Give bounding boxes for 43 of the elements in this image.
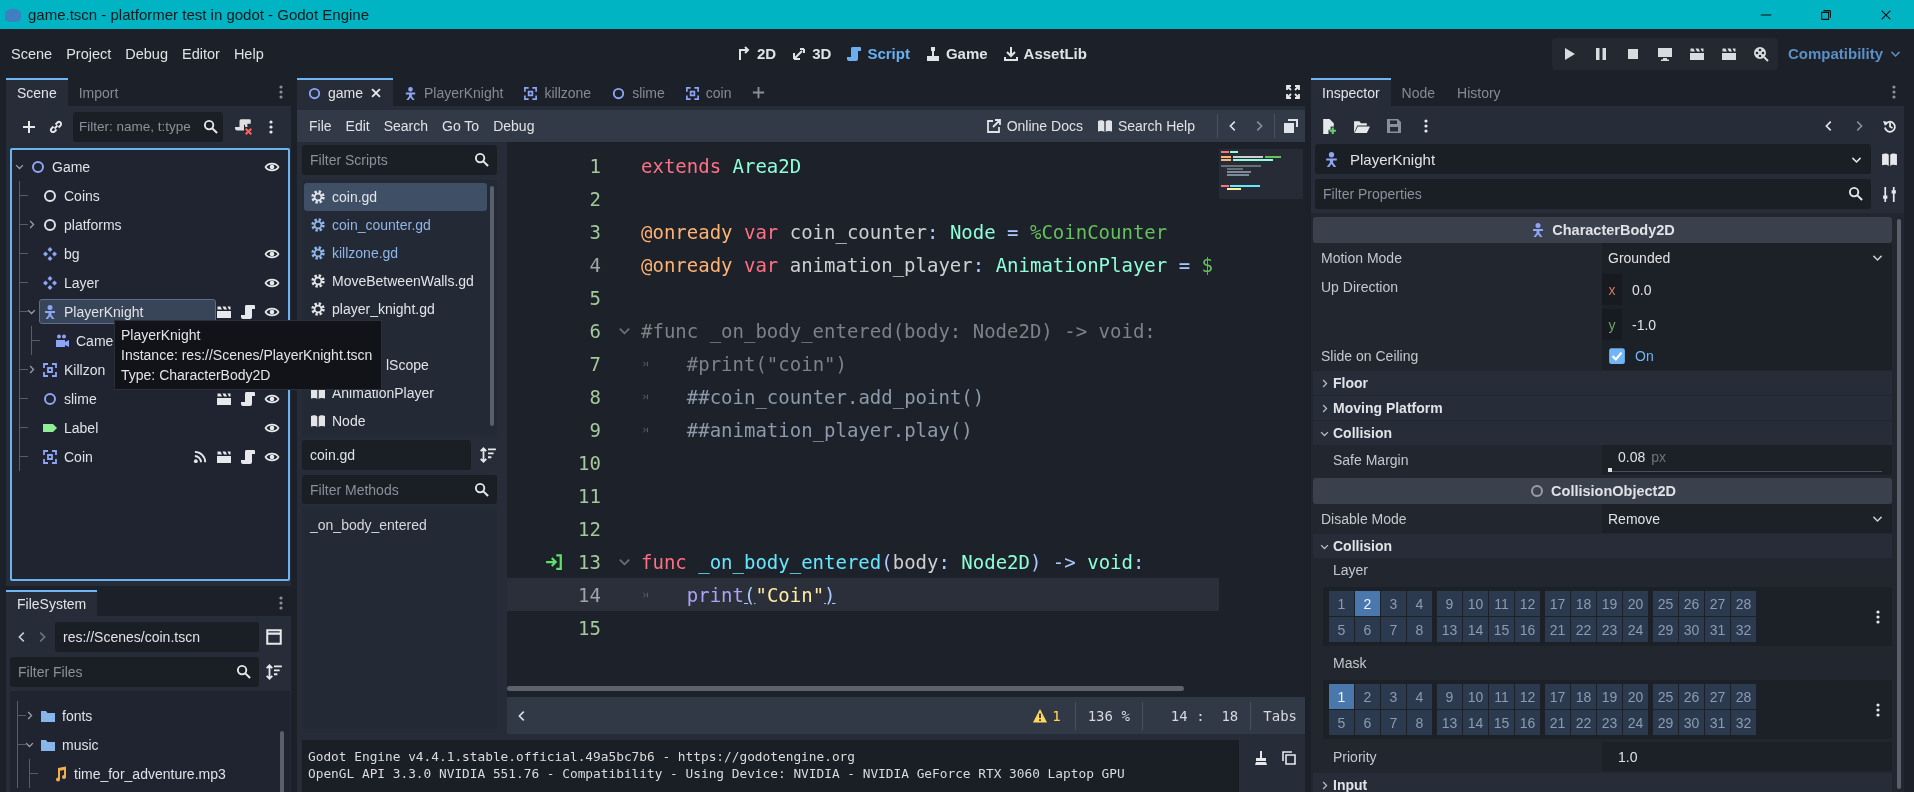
line-number: 9 xyxy=(588,418,601,441)
line-number: 6 xyxy=(588,319,601,342)
line-number: 14 xyxy=(577,583,601,606)
tooltip-line: PlayerKnight xyxy=(121,326,202,345)
tooltip-line: Type: CharacterBody2D xyxy=(121,366,272,385)
line-number: 11 xyxy=(577,484,601,507)
axis-label: x xyxy=(1602,274,1622,305)
property-label: Disable Mode xyxy=(1321,510,1407,527)
cursor-position: 14 : 18 xyxy=(1141,701,1251,730)
tooltip-line: Instance: res://Scenes/PlayerKnight.tscn xyxy=(121,346,374,365)
code-line: @onready var animation_player: AnimationPlayer = $ xyxy=(641,253,1213,276)
code-line: #func _on_body_entered(body: Node2D) -> void: xyxy=(641,319,1156,342)
property-label: Priority xyxy=(1333,748,1377,765)
code-line: @onready var coin_counter: Node = %CoinCounter xyxy=(641,220,1168,243)
line-number: 12 xyxy=(577,517,601,540)
log-line: OpenGL API 3.3.0 NVIDIA 551.76 - Compatibility - Using Device: NVIDIA - NVIDIA GeForce RTX 3060 Laptop GPU xyxy=(308,765,1126,782)
section-title: CollisionObject2D xyxy=(1551,483,1676,499)
property-label: Safe Margin xyxy=(1333,452,1409,468)
property-label: Slide on Ceiling xyxy=(1321,348,1419,364)
code-line: func _on_body_entered(body: Node2D) -> void: xyxy=(641,550,1145,573)
code-line: ##animation_player.play() xyxy=(686,418,973,441)
line-number: 2 xyxy=(588,187,601,210)
line-number: 10 xyxy=(577,451,601,474)
property-label: Up Direction xyxy=(1321,279,1399,295)
line-number: 8 xyxy=(588,385,601,408)
code-line: ##coin_counter.add_point() xyxy=(686,385,985,408)
property-label: Motion Mode xyxy=(1321,249,1402,266)
code-line: extends Area2D xyxy=(641,154,802,177)
property-label: Layer xyxy=(1333,561,1369,578)
line-number: 7 xyxy=(588,352,601,375)
line-number: 1 xyxy=(588,154,601,177)
line-number: 3 xyxy=(588,220,601,243)
axis-label: y xyxy=(1602,309,1622,340)
line-number: 4 xyxy=(588,253,601,276)
code-line: #print("coin") xyxy=(686,352,847,375)
line-number: 13 xyxy=(577,550,601,573)
line-number: 15 xyxy=(577,616,601,639)
window-title: game.tscn - platformer test in godot - Godot Engine xyxy=(28,6,369,23)
section-title: CharacterBody2D xyxy=(1552,222,1675,238)
property-label: Mask xyxy=(1333,654,1367,671)
log-line: Godot Engine v4.4.1.stable.official.49a5bc7b6 - https://godotengine.org xyxy=(308,748,856,765)
line-number: 5 xyxy=(588,286,601,309)
code-line: print("Coin") xyxy=(686,583,836,606)
